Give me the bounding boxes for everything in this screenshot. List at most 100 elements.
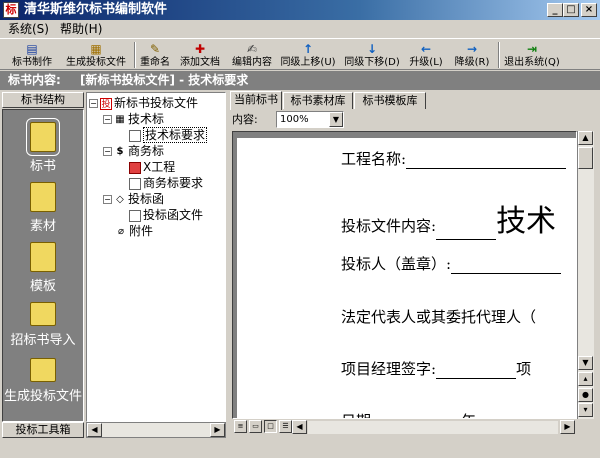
tree-node-attachment[interactable]: ⌀ 附件 [115,223,153,239]
tree-node-business-requirements[interactable]: 商务标要求 [129,175,203,191]
menu-help[interactable]: 帮助(H) [56,21,106,37]
document-view[interactable]: 工程名称: 投标文件内容: 技术 投标人（盖章）: 法定代表人或其委托代理人（ 项… [232,131,577,419]
doc-line-pm-sign: 项目经理签字: 项 [341,358,531,379]
collapse-icon[interactable]: − [89,99,98,108]
left-toolbox: 标书 素材 模板 招标书导入 生成投标文件 [2,109,84,422]
toolbox-import[interactable]: 招标书导入 [3,302,83,348]
app-icon: 标 [3,2,19,18]
page-view-icon[interactable]: □ [264,420,277,433]
scroll-thumb[interactable] [578,147,593,169]
tree-horizontal-scrollbar[interactable]: ◀ ▶ [86,422,226,438]
document-vertical-scrollbar[interactable]: ▲ ▼ ▴ ● ▾ [577,131,594,419]
demote-button[interactable]: → 降级(R) [450,40,494,70]
exit-label: 退出系统(Q) [504,57,560,68]
document-bottom-bar: ≡ ▭ □ ☰ ◀ ▶ [232,419,577,436]
normal-view-icon[interactable]: ≡ [234,420,247,433]
web-view-icon[interactable]: ▭ [249,420,262,433]
select-browse-object-icon[interactable]: ● [578,388,593,402]
move-down-label: 同级下移(D) [344,57,400,68]
zoom-select[interactable]: 100% ▼ [276,111,344,128]
scroll-right-icon[interactable]: ▶ [210,423,225,437]
document-horizontal-scroll-track[interactable] [308,421,558,434]
collapse-icon[interactable]: − [103,147,112,156]
tree-node-x-project[interactable]: X工程 [129,159,175,175]
export-icon [30,358,56,382]
grid-icon: ▦ [115,113,125,125]
exit-button[interactable]: ⇥ 退出系统(Q) [502,40,562,70]
document-icon: ▤ [26,42,38,56]
tree-node-technical[interactable]: − ▦ 技术标 [103,111,164,127]
doc-blank-line [436,239,497,240]
tree-node-bid-letter[interactable]: − ◇ 投标函 [103,191,164,207]
arrow-up-icon: ↑ [302,42,314,56]
bid-tree: − 投新标书投标文件 − ▦ 技术标 技术标要求 − $ 商务标 X工程 商务标要求 − ◇… [86,92,226,422]
document-icon [129,209,141,222]
tree-node-bid-letter-file[interactable]: 投标函文件 [129,207,203,223]
add-document-icon: ✚ [194,42,206,56]
title-bar[interactable]: 标 清华斯维尔标书编制软件 _ □ × [0,0,600,20]
edit-icon: ✍ [246,42,258,56]
scroll-up-icon[interactable]: ▲ [578,131,593,145]
prev-page-icon[interactable]: ▴ [578,372,593,386]
tree-node-label: 技术标 [128,112,165,126]
move-up-button[interactable]: ↑ 同级上移(U) [278,40,338,70]
move-up-label: 同级上移(U) [280,57,336,68]
outline-view-icon[interactable]: ☰ [279,420,292,433]
chevron-down-icon[interactable]: ▼ [329,112,343,127]
exit-icon: ⇥ [526,42,538,56]
generate-bid-label: 生成投标文件 [66,57,126,68]
document-page[interactable]: 工程名称: 投标文件内容: 技术 投标人（盖章）: 法定代表人或其委托代理人（ 项… [237,138,576,418]
tree-node-technical-requirements[interactable]: 技术标要求 [129,127,208,143]
doc-line-date: 日期 年 [341,410,476,418]
tab-template-library[interactable]: 标书模板库 [354,92,426,109]
tree-node-business[interactable]: − $ 商务标 [103,143,164,159]
make-bid-button[interactable]: ▤ 标书制作 [6,40,58,70]
tree-node-label: 商务标 [128,144,165,158]
tree-node-label: 技术标要求 [143,127,208,143]
header-path: [新标书投标文件] - 技术标要求 [80,73,249,87]
tree-root[interactable]: − 投新标书投标文件 [89,95,198,111]
edit-content-button[interactable]: ✍ 编辑内容 [228,40,276,70]
scroll-left-icon[interactable]: ◀ [87,423,102,437]
next-page-icon[interactable]: ▾ [578,403,593,417]
tab-bid-toolbox[interactable]: 投标工具箱 [2,422,84,438]
doc-line-legal-rep: 法定代表人或其委托代理人（ [341,306,536,327]
rename-button[interactable]: ✎ 重命名 [138,40,172,70]
doc-line-value: 项 [516,360,532,378]
doc-line-label: 工程名称: [341,150,407,168]
toolbox-template-label: 模板 [29,279,56,294]
tab-current-bid[interactable]: 当前标书 [230,91,282,110]
doc-line-bidder: 投标人（盖章）: [341,253,562,274]
toolbox-template[interactable]: 模板 [3,242,83,294]
toolbox-bid-label: 标书 [29,159,56,174]
content-header: 标书内容: [新标书投标文件] - 技术标要求 [0,71,600,90]
bid-file-icon: 投 [100,97,112,110]
tab-material-library[interactable]: 标书素材库 [283,92,353,109]
collapse-icon[interactable]: − [103,115,112,124]
generate-bid-button[interactable]: ▦ 生成投标文件 [60,40,132,70]
toolbox-material[interactable]: 素材 [3,182,83,234]
arrow-left-icon: ← [420,42,432,56]
doc-line-label: 日期 [341,412,371,418]
minimize-button[interactable]: _ [547,3,563,17]
close-button[interactable]: × [581,3,597,17]
add-document-button[interactable]: ✚ 添加文档 [176,40,224,70]
doc-blank-line [451,273,562,274]
tab-bid-structure[interactable]: 标书结构 [2,92,84,108]
tree-node-label: 投标函文件 [143,208,204,222]
toolbox-bid[interactable]: 标书 [3,118,83,174]
toolbar: ▤ 标书制作 ▦ 生成投标文件 ✎ 重命名 ✚ 添加文档 ✍ 编辑内容 ↑ 同级… [0,38,600,70]
move-down-button[interactable]: ↓ 同级下移(D) [342,40,402,70]
menu-system[interactable]: 系统(S) [4,21,53,37]
maximize-button[interactable]: □ [563,3,579,17]
document-export-icon: ▦ [90,42,102,56]
promote-button[interactable]: ← 升级(L) [404,40,448,70]
dollar-icon: $ [116,145,124,157]
demote-label: 降级(R) [454,57,490,68]
collapse-icon[interactable]: − [103,195,112,204]
toolbox-generate[interactable]: 生成投标文件 [3,358,83,404]
edit-content-label: 编辑内容 [232,57,272,68]
scroll-right-icon[interactable]: ▶ [560,420,575,434]
scroll-left-icon[interactable]: ◀ [292,420,307,434]
scroll-down-icon[interactable]: ▼ [578,356,593,370]
